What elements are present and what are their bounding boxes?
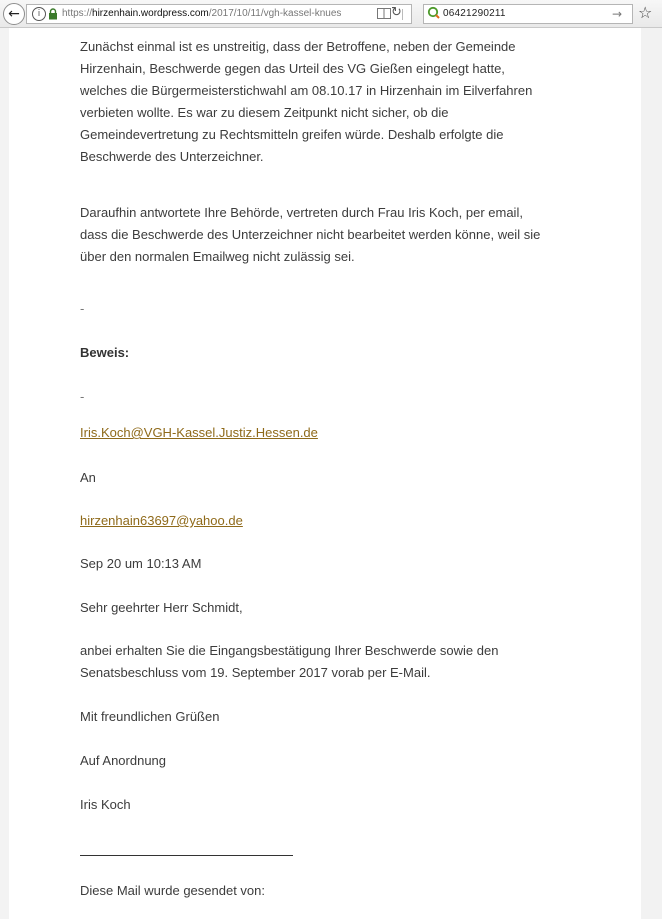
email-date: Sep 20 um 10:13 AM xyxy=(80,556,202,571)
recipient-email-link[interactable]: hirzenhain63697@yahoo.de xyxy=(80,510,243,532)
text-line: Gemeindevertretung zu Rechtsmitteln grei… xyxy=(80,127,504,142)
signature: Iris Koch xyxy=(80,797,131,812)
reload-icon[interactable]: ↻ xyxy=(391,4,402,22)
search-engine-icon xyxy=(427,6,440,19)
text-line: Beschwerde des Unterzeichner. xyxy=(80,149,264,164)
left-page-margin xyxy=(0,28,9,919)
signature-divider xyxy=(80,855,293,856)
lock-icon xyxy=(49,8,57,20)
reader-view-icon[interactable] xyxy=(377,8,391,19)
text-line: welches die Bürgermeisterstichwahl am 08… xyxy=(80,83,533,98)
back-arrow-icon[interactable]: ← xyxy=(3,3,25,25)
text-line: Daraufhin antwortete Ihre Behörde, vertr… xyxy=(80,205,523,220)
bookmark-star-icon[interactable]: ☆ xyxy=(638,3,652,23)
text-line: über den normalen Emailweg nicht zulässi… xyxy=(80,249,355,264)
to-label: An xyxy=(80,470,96,485)
email-body: anbei erhalten Sie die Eingangsbestätigu… xyxy=(80,640,498,684)
browser-toolbar: ← i https://hirzenhain.wordpress.com/201… xyxy=(0,0,662,28)
sender-email-link[interactable]: Iris.Koch@VGH-Kassel.Justiz.Hessen.de xyxy=(80,422,318,444)
paragraph-appeal: Zunächst einmal ist es unstreitig, dass … xyxy=(80,36,532,168)
search-go-arrow-icon[interactable]: → xyxy=(612,5,622,23)
search-value: 06421290211 xyxy=(443,8,506,19)
order-note: Auf Anordnung xyxy=(80,753,167,768)
paragraph-reply: Daraufhin antwortete Ihre Behörde, vertr… xyxy=(80,202,540,268)
dash-separator: - xyxy=(80,389,85,404)
text-line: Hirzenhain, Beschwerde gegen das Urteil … xyxy=(80,61,505,76)
url-path: /2017/10/11/vgh-kassel-knues xyxy=(208,8,342,19)
search-bar[interactable]: 06421290211 → xyxy=(423,4,633,24)
text-line: Senatsbeschluss vom 19. September 2017 v… xyxy=(80,665,431,680)
right-page-margin xyxy=(641,28,662,919)
closing: Mit freundlichen Grüßen xyxy=(80,709,220,724)
url-domain: hirzenhain.wordpress.com xyxy=(92,8,209,19)
text-line: anbei erhalten Sie die Eingangsbestätigu… xyxy=(80,643,499,658)
salutation: Sehr geehrter Herr Schmidt, xyxy=(80,600,243,615)
text-line: dass die Beschwerde des Unterzeichner ni… xyxy=(80,227,541,242)
sent-by-note: Diese Mail wurde gesendet von: xyxy=(80,883,265,898)
proof-heading: Beweis: xyxy=(80,345,130,360)
dash-separator: - xyxy=(80,301,85,316)
text-line: Zunächst einmal ist es unstreitig, dass … xyxy=(80,39,516,54)
address-bar[interactable]: i https://hirzenhain.wordpress.com/2017/… xyxy=(26,4,412,24)
url-prefix: https:// xyxy=(62,8,93,19)
text-line: verbieten wollte. Es war zu diesem Zeitp… xyxy=(80,105,449,120)
url-text[interactable]: https://hirzenhain.wordpress.com/2017/10… xyxy=(62,7,362,21)
info-icon[interactable]: i xyxy=(32,7,46,21)
address-separator xyxy=(402,9,403,20)
